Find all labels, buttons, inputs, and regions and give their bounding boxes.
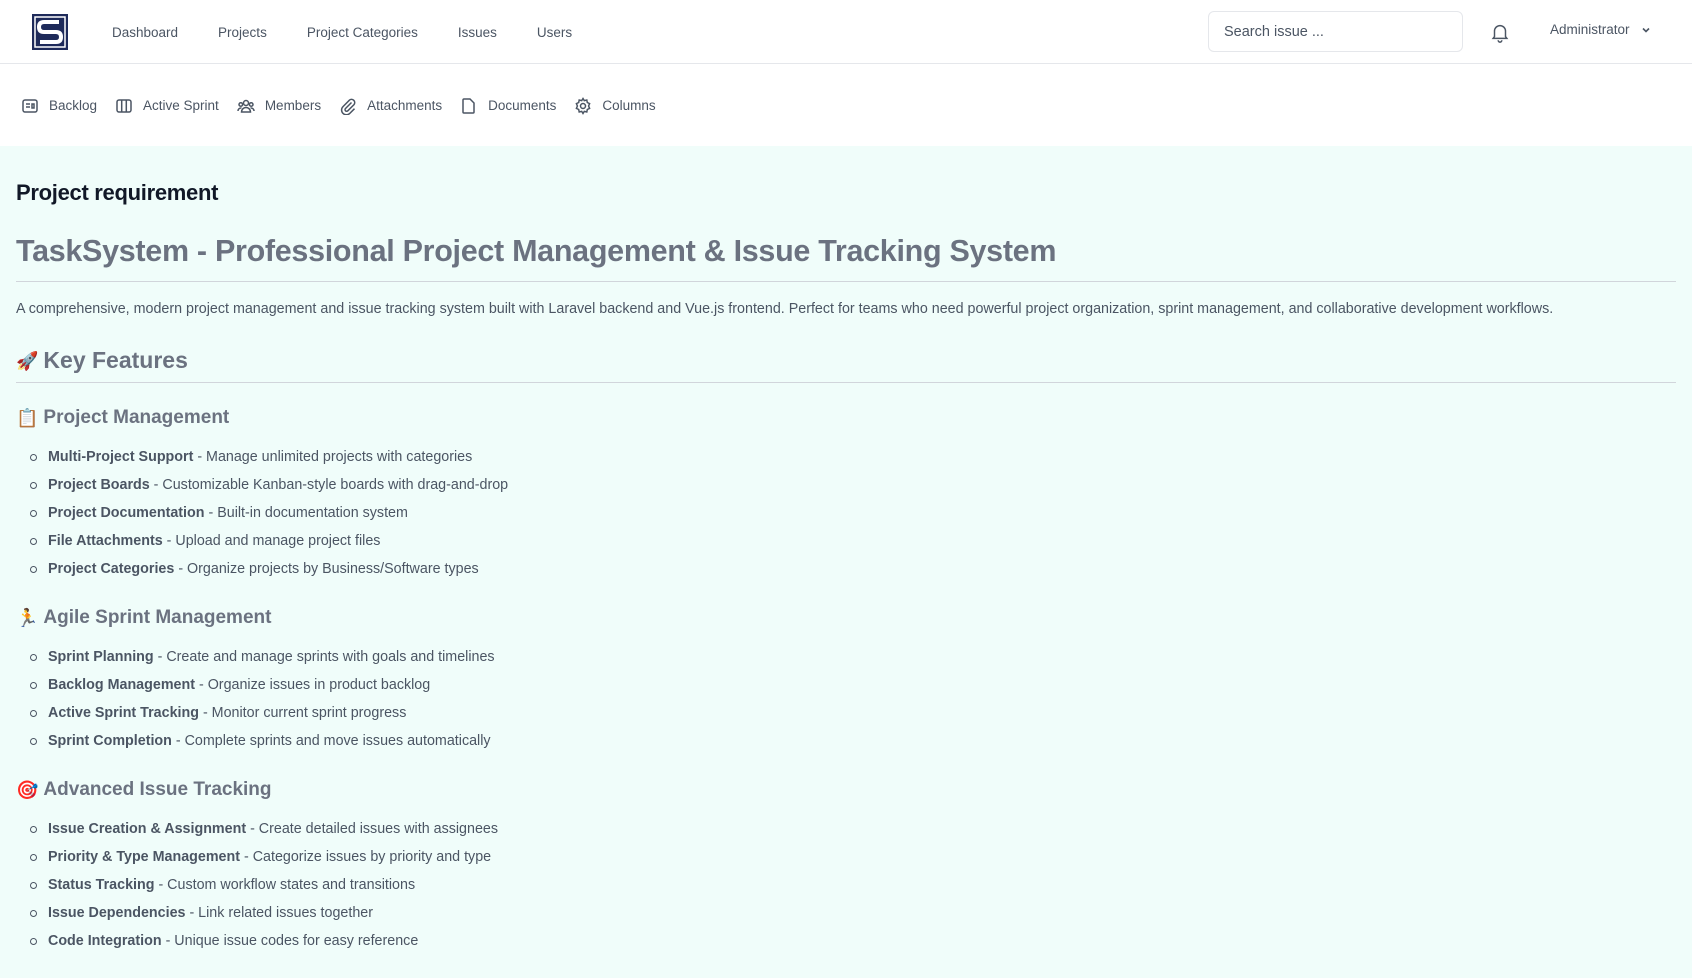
subsection-title: Advanced Issue Tracking — [43, 779, 272, 800]
subnav-documents[interactable]: Documents — [460, 97, 556, 115]
list-item: Multi-Project Support - Manage unlimited… — [16, 443, 1676, 471]
list-item: Priority & Type Management - Categorize … — [16, 843, 1676, 871]
issue-tracking-heading: 🎯 Advanced Issue Tracking — [16, 779, 1676, 801]
subsection-title: Agile Sprint Management — [43, 607, 272, 628]
project-subnav: Backlog Active Sprint Members Attachment… — [0, 65, 1692, 146]
logo-icon — [32, 14, 68, 50]
user-name: Administrator — [1550, 22, 1630, 37]
project-management-heading: 📋 Project Management — [16, 407, 1676, 429]
doc-intro: A comprehensive, modern project manageme… — [16, 301, 1554, 317]
feature-list: Multi-Project Support - Manage unlimited… — [16, 443, 1676, 583]
chevron-down-icon — [1641, 27, 1650, 33]
list-item: Issue Creation & Assignment - Create det… — [16, 815, 1676, 843]
subnav-label: Members — [264, 98, 322, 113]
subnav-label: Documents — [488, 98, 557, 113]
users-icon — [237, 99, 255, 113]
runner-icon: 🏃 — [16, 608, 39, 628]
rocket-icon: 🚀 — [16, 350, 39, 371]
key-features-heading: 🚀 Key Features — [16, 347, 1676, 383]
paperclip-icon — [340, 98, 356, 115]
subnav-attachments[interactable]: Attachments — [339, 97, 442, 115]
subnav-label: Columns — [602, 98, 656, 113]
subnav-label: Backlog — [49, 98, 98, 113]
list-item: Active Sprint Tracking - Monitor current… — [16, 699, 1676, 727]
list-item: Code Integration - Unique issue codes fo… — [16, 927, 1676, 955]
subnav-members[interactable]: Members — [237, 97, 321, 115]
subnav-label: Active Sprint — [143, 98, 219, 113]
app-logo[interactable] — [32, 14, 68, 50]
list-item: Project Categories - Organize projects b… — [16, 555, 1676, 583]
main-content: Project requirement TaskSystem - Profess… — [0, 146, 1692, 978]
gear-icon — [575, 96, 591, 115]
backlog-icon — [22, 98, 38, 113]
nav-project-categories[interactable]: Project Categories — [307, 25, 418, 40]
list-item: Project Boards - Customizable Kanban-sty… — [16, 471, 1676, 499]
list-item: Status Tracking - Custom workflow states… — [16, 871, 1676, 899]
feature-list: Issue Creation & Assignment - Create det… — [16, 815, 1676, 955]
target-icon: 🎯 — [16, 780, 39, 800]
subnav-columns[interactable]: Columns — [574, 96, 656, 115]
agile-sprint-heading: 🏃 Agile Sprint Management — [16, 607, 1676, 629]
nav-dashboard[interactable]: Dashboard — [112, 25, 178, 40]
section-heading-text: Key Features — [43, 347, 188, 373]
columns-board-icon — [116, 98, 132, 113]
nav-issues[interactable]: Issues — [458, 25, 497, 40]
subnav-active-sprint[interactable]: Active Sprint — [115, 97, 219, 115]
list-item: Sprint Planning - Create and manage spri… — [16, 643, 1676, 671]
bell-icon[interactable] — [1489, 20, 1511, 44]
subsection-title: Project Management — [43, 407, 230, 428]
list-item: Backlog Management - Organize issues in … — [16, 671, 1676, 699]
doc-heading: TaskSystem - Professional Project Manage… — [16, 234, 1676, 282]
document-icon — [462, 97, 475, 114]
page-title: Project requirement — [16, 180, 219, 205]
list-item: File Attachments - Upload and manage pro… — [16, 527, 1676, 555]
subnav-backlog[interactable]: Backlog — [21, 97, 97, 115]
top-navbar: Dashboard Projects Project Categories Is… — [0, 0, 1692, 64]
feature-list: Sprint Planning - Create and manage spri… — [16, 643, 1676, 755]
nav-users[interactable]: Users — [537, 25, 572, 40]
requirement-document: TaskSystem - Professional Project Manage… — [16, 234, 1676, 955]
list-item: Issue Dependencies - Link related issues… — [16, 899, 1676, 927]
clipboard-icon: 📋 — [16, 408, 39, 428]
list-item: Project Documentation - Built-in documen… — [16, 499, 1676, 527]
subnav-label: Attachments — [367, 98, 443, 113]
nav-projects[interactable]: Projects — [218, 25, 267, 40]
main-nav: Dashboard Projects Project Categories Is… — [112, 0, 612, 64]
search-input[interactable] — [1208, 11, 1463, 52]
user-menu[interactable]: Administrator — [1550, 22, 1652, 37]
list-item: Sprint Completion - Complete sprints and… — [16, 727, 1676, 755]
